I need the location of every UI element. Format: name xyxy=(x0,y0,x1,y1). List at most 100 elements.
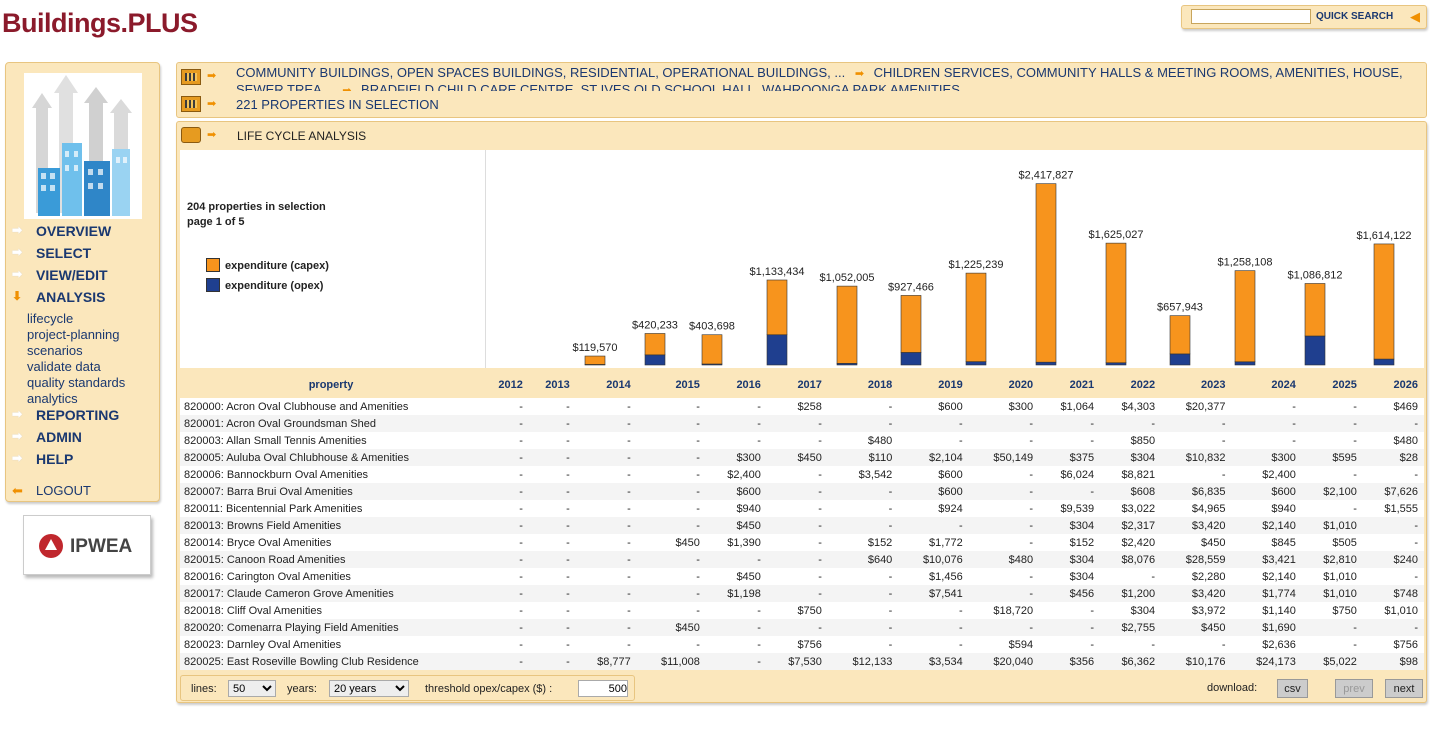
threshold-input[interactable] xyxy=(578,680,628,697)
nav-analysis[interactable]: ⬇ ANALYSIS xyxy=(6,289,161,311)
table-row[interactable]: 820020: Comenarra Playing Field Amenitie… xyxy=(180,619,1424,636)
col-year[interactable]: 2020 xyxy=(969,372,1039,398)
nav-sub-lifecycle[interactable]: lifecycle xyxy=(6,311,161,327)
table-row[interactable]: 820017: Claude Cameron Grove Amenities - -… xyxy=(180,585,1424,602)
bar-capex[interactable] xyxy=(1234,270,1256,363)
next-page-button[interactable]: next xyxy=(1385,679,1423,698)
breadcrumb-categories[interactable]: COMMUNITY BUILDINGS, OPEN SPACES BUILDIN… xyxy=(236,65,1416,91)
years-select[interactable]: 20 years xyxy=(329,680,409,697)
property-name-cell[interactable]: 820018: Cliff Oval Amenities xyxy=(180,602,482,619)
table-row[interactable]: 820000: Acron Oval Clubhouse and Ameniti… xyxy=(180,398,1424,415)
quick-search-label[interactable]: QUICK SEARCH xyxy=(1316,11,1393,22)
table-row[interactable]: 820013: Browns Field Amenities - - - - $450 - -… xyxy=(180,517,1424,534)
bar-opex[interactable] xyxy=(1234,361,1256,366)
nav-sub-validate-data[interactable]: validate data xyxy=(6,359,161,375)
nav-overview[interactable]: ➡ OVERVIEW xyxy=(6,223,161,245)
bar-opex[interactable] xyxy=(1105,362,1127,366)
bar-capex[interactable] xyxy=(1304,283,1326,337)
property-name-cell[interactable]: 820017: Claude Cameron Grove Amenities xyxy=(180,585,482,602)
bar-capex[interactable] xyxy=(900,295,922,353)
property-name-cell[interactable]: 820014: Bryce Oval Amenities xyxy=(180,534,482,551)
table-row[interactable]: 820023: Darnley Oval Amenities - - - - - $756 -… xyxy=(180,636,1424,653)
nav-logout[interactable]: ⬅ LOGOUT xyxy=(6,481,161,501)
ipwea-logo[interactable]: IPWEA xyxy=(23,515,151,575)
col-property[interactable]: property xyxy=(180,372,482,398)
breadcrumb-level-3[interactable]: BRADFIELD CHILD CARE CENTRE, ST IVES OLD… xyxy=(361,82,978,91)
nav-sub-analytics[interactable]: analytics xyxy=(6,391,161,407)
properties-count[interactable]: 221 PROPERTIES IN SELECTION xyxy=(236,97,439,112)
property-name-cell[interactable]: 820005: Auluba Oval Chlubhouse & Ameniti… xyxy=(180,449,482,466)
col-year[interactable]: 2018 xyxy=(828,372,898,398)
bar-opex[interactable] xyxy=(1373,358,1395,366)
table-row[interactable]: 820001: Acron Oval Groundsman Shed - - - - - -… xyxy=(180,415,1424,432)
property-name-cell[interactable]: 820003: Allan Small Tennis Amenities xyxy=(180,432,482,449)
bar-capex[interactable] xyxy=(1169,315,1191,355)
table-row[interactable]: 820025: East Roseville Bowling Club Resi… xyxy=(180,653,1424,670)
lines-select[interactable]: 50 xyxy=(228,680,276,697)
bar-capex[interactable] xyxy=(836,285,858,364)
property-name-cell[interactable]: 820025: East Roseville Bowling Club Resi… xyxy=(180,653,482,670)
nav-help[interactable]: ➡ HELP xyxy=(6,451,161,473)
table-row[interactable]: 820007: Barra Brui Oval Amenities - - - - $60… xyxy=(180,483,1424,500)
property-name-cell[interactable]: 820016: Carington Oval Amenities xyxy=(180,568,482,585)
breadcrumb-level-1[interactable]: COMMUNITY BUILDINGS, OPEN SPACES BUILDIN… xyxy=(236,65,845,80)
bar-capex[interactable] xyxy=(1035,183,1057,363)
col-year[interactable]: 2014 xyxy=(576,372,637,398)
bar-capex[interactable] xyxy=(1105,242,1127,364)
property-name-cell[interactable]: 820000: Acron Oval Clubhouse and Ameniti… xyxy=(180,398,482,415)
bar-opex[interactable] xyxy=(644,354,666,366)
bar-capex[interactable] xyxy=(701,334,723,365)
bar-capex[interactable] xyxy=(584,355,606,365)
prev-page-button[interactable]: prev xyxy=(1335,679,1373,698)
bar-opex[interactable] xyxy=(1169,353,1191,366)
col-year[interactable]: 2024 xyxy=(1231,372,1301,398)
table-row[interactable]: 820005: Auluba Oval Chlubhouse & Ameniti… xyxy=(180,449,1424,466)
bar-capex[interactable] xyxy=(644,333,666,356)
bar-capex[interactable] xyxy=(965,272,987,362)
search-arrow-icon[interactable]: ◀ xyxy=(1410,9,1420,25)
property-name-cell[interactable]: 820006: Bannockburn Oval Amenities xyxy=(180,466,482,483)
table-row[interactable]: 820011: Bicentennial Park Amenities - - - - $… xyxy=(180,500,1424,517)
bar-opex[interactable] xyxy=(900,352,922,366)
col-year[interactable]: 2012 xyxy=(482,372,529,398)
table-row[interactable]: 820015: Canoon Road Amenities - - - - - - $640 $… xyxy=(180,551,1424,568)
property-name-cell[interactable]: 820011: Bicentennial Park Amenities xyxy=(180,500,482,517)
nav-admin[interactable]: ➡ ADMIN xyxy=(6,429,161,451)
nav-sub-quality-standards[interactable]: quality standards xyxy=(6,375,161,391)
property-name-cell[interactable]: 820015: Canoon Road Amenities xyxy=(180,551,482,568)
property-name-cell[interactable]: 820007: Barra Brui Oval Amenities xyxy=(180,483,482,500)
table-row[interactable]: 820006: Bannockburn Oval Amenities - - - - $2… xyxy=(180,466,1424,483)
nav-view-edit[interactable]: ➡ VIEW/EDIT xyxy=(6,267,161,289)
table-row[interactable]: 820016: Carington Oval Amenities - - - - $450… xyxy=(180,568,1424,585)
col-year[interactable]: 2015 xyxy=(637,372,706,398)
col-year[interactable]: 2016 xyxy=(706,372,767,398)
quick-search-input[interactable] xyxy=(1191,9,1311,24)
nav-sub-scenarios[interactable]: scenarios xyxy=(6,343,161,359)
col-year[interactable]: 2021 xyxy=(1039,372,1100,398)
app-logo[interactable]: Buildings.PLUS xyxy=(2,8,198,39)
table-row[interactable]: 820018: Cliff Oval Amenities - - - - - $750 - - $… xyxy=(180,602,1424,619)
property-name-cell[interactable]: 820013: Browns Field Amenities xyxy=(180,517,482,534)
col-year[interactable]: 2023 xyxy=(1161,372,1231,398)
nav-reporting[interactable]: ➡ REPORTING xyxy=(6,407,161,429)
bar-capex[interactable] xyxy=(766,279,788,336)
bar-capex[interactable] xyxy=(1373,243,1395,360)
property-name-cell[interactable]: 820020: Comenarra Playing Field Amenitie… xyxy=(180,619,482,636)
property-name-cell[interactable]: 820023: Darnley Oval Amenities xyxy=(180,636,482,653)
bar-opex[interactable] xyxy=(1035,361,1057,366)
bar-opex[interactable] xyxy=(1304,335,1326,366)
nav-select[interactable]: ➡ SELECT xyxy=(6,245,161,267)
bar-opex[interactable] xyxy=(766,334,788,366)
bar-opex[interactable] xyxy=(965,361,987,366)
col-year[interactable]: 2019 xyxy=(898,372,968,398)
table-row[interactable]: 820014: Bryce Oval Amenities - - - $450 $1,39… xyxy=(180,534,1424,551)
table-row[interactable]: 820003: Allan Small Tennis Amenities - - - -… xyxy=(180,432,1424,449)
nav-sub-project-planning[interactable]: project-planning xyxy=(6,327,161,343)
col-year[interactable]: 2013 xyxy=(529,372,576,398)
property-name-cell[interactable]: 820001: Acron Oval Groundsman Shed xyxy=(180,415,482,432)
csv-download-button[interactable]: csv xyxy=(1277,679,1308,698)
col-year[interactable]: 2022 xyxy=(1100,372,1161,398)
col-year[interactable]: 2017 xyxy=(767,372,828,398)
col-year[interactable]: 2025 xyxy=(1302,372,1363,398)
col-year[interactable]: 2026 xyxy=(1363,372,1424,398)
